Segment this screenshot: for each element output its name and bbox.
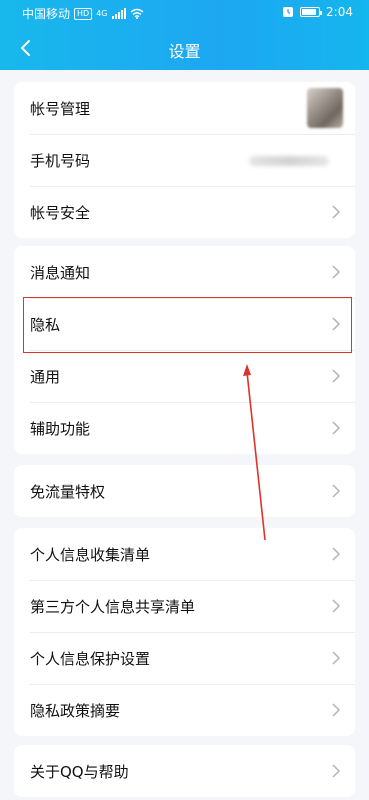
personal-info-group: 个人信息收集清单 第三方个人信息共享清单 个人信息保护设置 隐私政策摘要 [14, 528, 355, 736]
chevron-right-icon [332, 764, 341, 778]
status-bar: 中国移动 HD 4G 2:04 [0, 0, 369, 26]
account-management-row[interactable]: 帐号管理 [14, 82, 355, 134]
chevron-right-icon [332, 265, 341, 279]
phone-number-blurred [249, 156, 329, 166]
signal-icon [111, 8, 126, 19]
chevron-right-icon [332, 651, 341, 665]
wifi-icon [130, 8, 143, 19]
row-label: 消息通知 [30, 263, 91, 282]
free-traffic-row[interactable]: 免流量特权 [14, 465, 355, 517]
status-time: 2:04 [326, 5, 353, 19]
status-left: 中国移动 HD 4G [22, 5, 144, 22]
chevron-right-icon [332, 703, 341, 717]
account-group: 帐号管理 手机号码 帐号安全 [14, 82, 355, 238]
hd-badge: HD [74, 7, 93, 20]
chevron-right-icon [332, 484, 341, 498]
avatar [307, 88, 343, 128]
row-label: 手机号码 [30, 151, 91, 170]
row-label: 帐号管理 [30, 99, 91, 118]
privacy-row[interactable]: 隐私 [14, 298, 355, 350]
row-label: 辅助功能 [30, 419, 91, 438]
about-group: 关于QQ与帮助 [14, 745, 355, 797]
row-label: 通用 [30, 367, 61, 386]
about-help-row[interactable]: 关于QQ与帮助 [14, 745, 355, 797]
traffic-group: 免流量特权 [14, 465, 355, 517]
general-group: 消息通知 隐私 通用 辅助功能 [14, 246, 355, 454]
row-label: 帐号安全 [30, 203, 91, 222]
privacy-policy-summary-row[interactable]: 隐私政策摘要 [14, 684, 355, 736]
third-party-sharing-row[interactable]: 第三方个人信息共享清单 [14, 580, 355, 632]
info-protection-settings-row[interactable]: 个人信息保护设置 [14, 632, 355, 684]
row-label: 个人信息收集清单 [30, 545, 151, 564]
chevron-right-icon [332, 599, 341, 613]
chevron-right-icon [332, 369, 341, 383]
account-security-row[interactable]: 帐号安全 [14, 186, 355, 238]
nav-bar: 设置 [0, 30, 369, 66]
battery-icon [300, 7, 323, 17]
row-label: 第三方个人信息共享清单 [30, 597, 196, 616]
header-bar: 中国移动 HD 4G 2:04 设置 [0, 0, 369, 70]
notifications-row[interactable]: 消息通知 [14, 246, 355, 298]
row-label: 隐私政策摘要 [30, 701, 121, 720]
info-collection-list-row[interactable]: 个人信息收集清单 [14, 528, 355, 580]
phone-number-row[interactable]: 手机号码 [14, 134, 355, 186]
chevron-right-icon [332, 205, 341, 219]
row-label: 免流量特权 [30, 482, 106, 501]
row-label: 关于QQ与帮助 [30, 762, 129, 781]
status-right: 2:04 [282, 5, 353, 19]
carrier-name: 中国移动 [22, 7, 71, 21]
general-row[interactable]: 通用 [14, 350, 355, 402]
accessibility-row[interactable]: 辅助功能 [14, 402, 355, 454]
network-type: 4G [96, 9, 108, 18]
page-title: 设置 [168, 42, 201, 61]
chevron-right-icon [332, 547, 341, 561]
alarm-icon [283, 7, 294, 17]
row-label: 隐私 [30, 315, 61, 334]
chevron-right-icon [332, 317, 341, 331]
chevron-right-icon [332, 421, 341, 435]
row-label: 个人信息保护设置 [30, 649, 151, 668]
settings-screen: 中国移动 HD 4G 2:04 设置 帐号管理 手机号码 帐号安全 消息通知 隐… [0, 0, 369, 800]
